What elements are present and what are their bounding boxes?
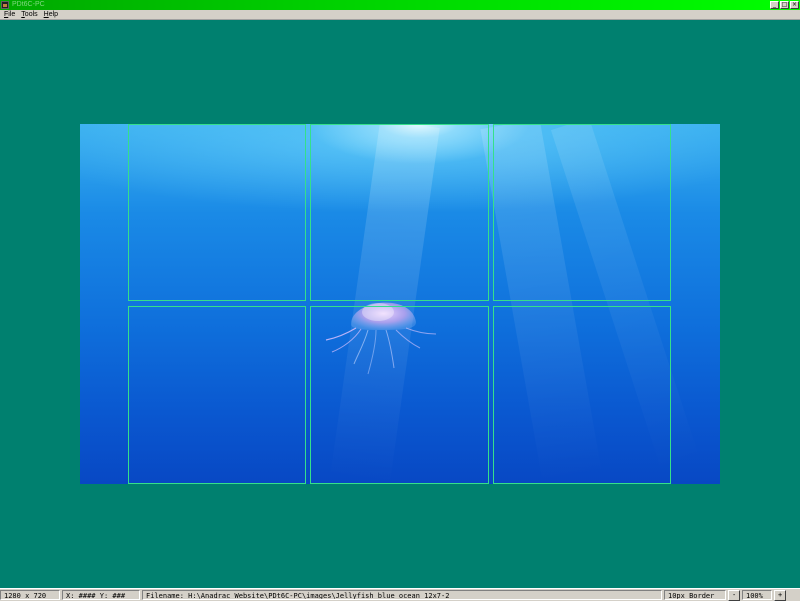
minimize-icon: _ (773, 1, 776, 8)
status-bar: 1280 x 720 X: #### Y: ### Filename: H:\A… (0, 588, 800, 601)
cursor-coordinates: X: #### Y: ### (62, 590, 140, 600)
app-icon[interactable] (1, 1, 9, 9)
title-bar[interactable]: PDt6C-PC _ □ × (0, 0, 800, 10)
workspace[interactable] (0, 20, 800, 588)
zoom-out-button[interactable]: - (728, 589, 740, 601)
grid-tile (128, 124, 306, 301)
close-button[interactable]: × (790, 1, 799, 9)
menu-bar: File Tools Help (0, 10, 800, 20)
filename-value: H:\Anadrac Website\PDt6C-PC\images\Jelly… (188, 592, 450, 600)
border-mode-button[interactable]: 10px Border (664, 590, 726, 600)
grid-tile (493, 124, 671, 301)
grid-tile (310, 306, 489, 484)
filename-label: Filename: (146, 592, 184, 600)
close-icon: × (791, 1, 798, 8)
filename-panel: Filename: H:\Anadrac Website\PDt6C-PC\im… (142, 590, 662, 600)
coord-x-label: X: (66, 592, 75, 600)
image-dimensions: 1280 x 720 (0, 590, 60, 600)
grid-tile (310, 124, 489, 301)
zoom-level: 100% (742, 590, 772, 600)
maximize-icon: □ (781, 1, 788, 8)
window-title: PDt6C-PC (12, 1, 45, 8)
minimize-button[interactable]: _ (770, 1, 779, 9)
menu-file[interactable]: File (4, 10, 15, 19)
coord-y-value: ### (112, 592, 126, 600)
menu-tools[interactable]: Tools (21, 10, 37, 19)
grid-tile (128, 306, 306, 484)
window-controls: _ □ × (769, 1, 799, 9)
coord-x-value: #### (78, 592, 96, 600)
image-preview[interactable] (80, 124, 720, 484)
menu-help[interactable]: Help (44, 10, 58, 19)
main-window: PDt6C-PC _ □ × File Tools Help 1280 x 72… (0, 0, 800, 601)
coord-y-label: Y: (99, 592, 109, 600)
grid-tile (493, 306, 671, 484)
maximize-button[interactable]: □ (780, 1, 789, 9)
zoom-in-button[interactable]: + (774, 589, 786, 601)
